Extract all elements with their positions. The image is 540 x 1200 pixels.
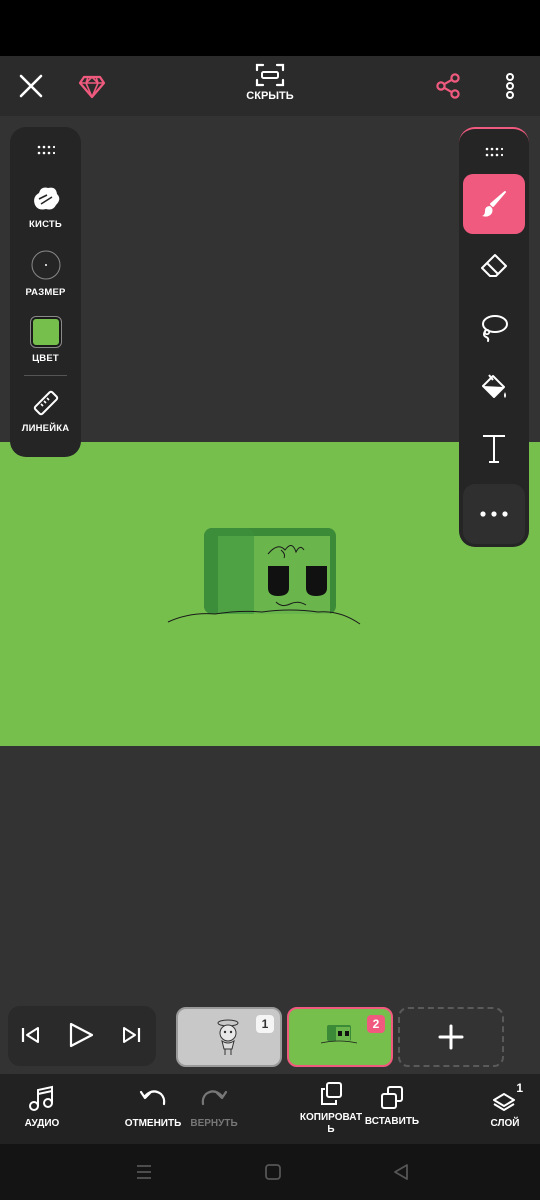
close-icon[interactable] bbox=[18, 73, 44, 99]
more-vert-icon[interactable] bbox=[498, 72, 522, 100]
text-tool-button[interactable] bbox=[463, 419, 525, 479]
ruler-icon bbox=[33, 390, 58, 416]
plus-icon bbox=[438, 1024, 464, 1050]
add-frame-button[interactable] bbox=[398, 1007, 504, 1067]
redo-label: ВЕРНУТЬ bbox=[190, 1118, 238, 1129]
ruler-tool[interactable]: ЛИНЕЙКА bbox=[10, 389, 81, 434]
eraser-tool-button[interactable] bbox=[463, 235, 525, 295]
play-icon[interactable] bbox=[66, 1020, 96, 1050]
brush-stroke-icon bbox=[33, 187, 59, 210]
timeline: 1 2 bbox=[0, 1000, 540, 1074]
size-circle-icon bbox=[31, 250, 60, 280]
brush-tool-button[interactable] bbox=[463, 174, 525, 234]
color-label: ЦВЕТ bbox=[32, 353, 59, 364]
layers-icon-wrap: 1 bbox=[490, 1081, 523, 1114]
undo-icon bbox=[139, 1090, 166, 1106]
frame-number-1: 1 bbox=[256, 1015, 274, 1033]
color-tool[interactable]: ЦВЕТ bbox=[10, 316, 81, 364]
status-bar bbox=[0, 0, 540, 56]
frame-thumbnail-2[interactable]: 2 bbox=[287, 1007, 393, 1067]
lasso-tool-button[interactable] bbox=[463, 297, 525, 357]
playback-controls bbox=[8, 1006, 156, 1066]
music-note-icon bbox=[29, 1085, 53, 1111]
text-icon bbox=[483, 435, 505, 463]
more-tools-button[interactable] bbox=[463, 484, 525, 544]
audio-label: АУДИО bbox=[24, 1118, 60, 1129]
home-icon[interactable] bbox=[264, 1162, 282, 1182]
panel-divider bbox=[24, 375, 67, 376]
size-label: РАЗМЕР bbox=[25, 287, 66, 298]
hide-ui-button[interactable]: СКРЫТЬ bbox=[240, 62, 300, 112]
hide-label: СКРЫТЬ bbox=[246, 90, 294, 102]
share-icon[interactable] bbox=[434, 72, 462, 100]
ruler-label: ЛИНЕЙКА bbox=[21, 423, 70, 434]
gem-icon[interactable] bbox=[78, 72, 106, 100]
more-horiz-icon bbox=[480, 511, 508, 517]
paste-icon bbox=[381, 1086, 403, 1109]
bottom-toolbar: АУДИО ОТМЕНИТЬ ВЕРНУТЬ КОПИРОВАТ Ь ВСТАВИ… bbox=[0, 1074, 540, 1144]
hide-icon bbox=[255, 63, 285, 87]
current-color-swatch bbox=[29, 316, 62, 348]
skip-to-end-icon[interactable] bbox=[120, 1024, 142, 1046]
brush-icon bbox=[482, 191, 506, 217]
top-bar: СКРЫТЬ bbox=[0, 56, 540, 116]
redo-button[interactable]: ВЕРНУТЬ bbox=[172, 1084, 256, 1130]
size-tool[interactable]: РАЗМЕР bbox=[10, 249, 81, 298]
paste-button[interactable]: ВСТАВИТЬ bbox=[350, 1084, 434, 1128]
drag-grip-icon[interactable] bbox=[485, 147, 503, 157]
back-icon[interactable] bbox=[392, 1162, 410, 1182]
fill-bucket-icon bbox=[482, 374, 506, 398]
fill-tool-button[interactable] bbox=[463, 358, 525, 418]
skip-to-start-icon[interactable] bbox=[20, 1024, 42, 1046]
brush-label: КИСТЬ bbox=[29, 219, 62, 230]
paste-label: ВСТАВИТЬ bbox=[364, 1116, 420, 1127]
system-nav-bar bbox=[0, 1144, 540, 1200]
copy-icon bbox=[321, 1082, 342, 1105]
drag-grip-icon[interactable] bbox=[37, 145, 55, 155]
left-tool-panel: КИСТЬ РАЗМЕР ЦВЕТ ЛИНЕЙКА bbox=[10, 127, 81, 457]
layers-label: СЛОЙ bbox=[490, 1118, 520, 1129]
frame-number-2: 2 bbox=[367, 1015, 385, 1033]
right-tool-panel bbox=[459, 127, 529, 547]
layers-count: 1 bbox=[516, 1081, 523, 1095]
audio-button[interactable]: АУДИО bbox=[0, 1084, 84, 1130]
copy-label-line-2: Ь bbox=[327, 1124, 335, 1135]
eraser-icon bbox=[481, 254, 507, 277]
recent-apps-icon[interactable] bbox=[134, 1162, 154, 1182]
redo-icon bbox=[201, 1090, 228, 1106]
brush-type-tool[interactable]: КИСТЬ bbox=[10, 183, 81, 230]
lasso-icon bbox=[482, 315, 508, 342]
layers-button[interactable]: 1 СЛОЙ bbox=[463, 1081, 540, 1130]
frame-thumbnail-1[interactable]: 1 bbox=[176, 1007, 282, 1067]
